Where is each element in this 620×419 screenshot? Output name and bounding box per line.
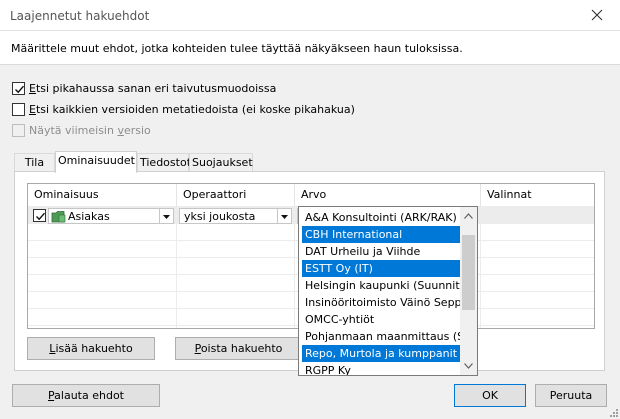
close-icon [591, 9, 603, 21]
column-header-ominaisuus[interactable]: Ominaisuus [28, 184, 176, 206]
operator-value: yksi joukosta [184, 210, 256, 223]
operator-combo[interactable]: yksi joukosta [179, 208, 292, 224]
list-item[interactable]: Repo, Murtola ja kumppanit [302, 345, 460, 362]
resize-grip-icon[interactable] [609, 408, 619, 418]
list-item[interactable]: Insinööritoimisto Väinö Seppä... [302, 294, 460, 311]
checkmark-icon [15, 85, 25, 93]
column-header-valinnat[interactable]: Valinnat [481, 184, 594, 206]
row-checkbox[interactable] [33, 209, 46, 222]
scroll-thumb[interactable] [462, 235, 475, 310]
ok-button[interactable]: OK [454, 384, 526, 407]
dropdown-arrow-icon [281, 215, 288, 219]
scroll-down-icon[interactable] [464, 363, 473, 369]
scroll-up-icon[interactable] [464, 213, 473, 219]
close-button[interactable] [574, 0, 620, 31]
tab-suojaukset[interactable]: Suojaukset [189, 153, 253, 172]
list-item[interactable]: DAT Urheilu ja Viihde [302, 243, 460, 260]
property-dropdown-button[interactable] [159, 209, 173, 223]
reset-conditions-button[interactable]: Palauta ehdot [12, 384, 160, 407]
window-title: Laajennetut hakuehdot [10, 9, 150, 23]
tab-tiedostot[interactable]: Tiedostot [137, 153, 191, 172]
option-latest-version-label: Näytä viimeisin versio [29, 123, 151, 137]
checkbox-inflection-search[interactable] [12, 81, 25, 95]
column-header-operaattori[interactable]: Operaattori [177, 184, 294, 206]
column-header-arvo[interactable]: Arvo [295, 184, 480, 206]
add-criterion-button[interactable]: Lisää hakuehto [27, 337, 155, 360]
list-item[interactable]: A&A Konsultointi (ARK/RAK) [302, 209, 460, 226]
title-bar: Laajennetut hakuehdot [0, 0, 620, 31]
description-text: Määrittele muut ehdot, jotka kohteiden t… [11, 42, 463, 55]
folder-icon [51, 211, 66, 223]
option-inflection-search[interactable]: Etsi pikahaussa sanan eri taivutusmuodoi… [12, 80, 276, 96]
remove-criterion-button[interactable]: Poista hakuehto [175, 337, 302, 360]
description-area: Määrittele muut ehdot, jotka kohteiden t… [0, 31, 620, 65]
grid-line [176, 206, 177, 328]
checkbox-all-versions-metadata[interactable] [12, 102, 25, 116]
value-list-scrollbar[interactable] [460, 207, 477, 375]
list-item[interactable]: OMCC-yhtiöt [302, 311, 460, 328]
list-item[interactable]: ESTT Oy (IT) [302, 260, 460, 277]
list-item[interactable]: CBH International [302, 226, 460, 243]
property-value: Asiakas [68, 210, 110, 223]
list-item[interactable]: RGPP Ky [302, 362, 460, 375]
dropdown-arrow-icon [163, 215, 170, 219]
grid-line [294, 206, 295, 328]
tab-tila[interactable]: Tila [14, 153, 55, 172]
list-item[interactable]: Helsingin kaupunki (Suunnittel... [302, 277, 460, 294]
checkbox-show-latest-version [12, 123, 25, 137]
cancel-button[interactable]: Peruuta [535, 384, 607, 407]
list-item[interactable]: Pohjanmaan maanmittaus (Se... [302, 328, 460, 345]
operator-dropdown-button[interactable] [277, 209, 291, 223]
option-all-versions-metadata[interactable]: Etsi kaikkien versioiden metatiedoista (… [12, 101, 355, 117]
value-list-dropdown[interactable]: A&A Konsultointi (ARK/RAK) CBH Internati… [298, 206, 478, 376]
grid-line [480, 206, 481, 328]
option-inflection-label: Etsi pikahaussa sanan eri taivutusmuodoi… [29, 81, 277, 95]
option-all-versions-label: Etsi kaikkien versioiden metatiedoista (… [29, 102, 355, 116]
property-combo[interactable]: Asiakas [48, 208, 174, 224]
checkmark-icon [36, 212, 46, 221]
tab-ominaisuudet[interactable]: Ominaisuudet [55, 151, 137, 173]
option-show-latest-version: Näytä viimeisin versio [12, 122, 151, 138]
